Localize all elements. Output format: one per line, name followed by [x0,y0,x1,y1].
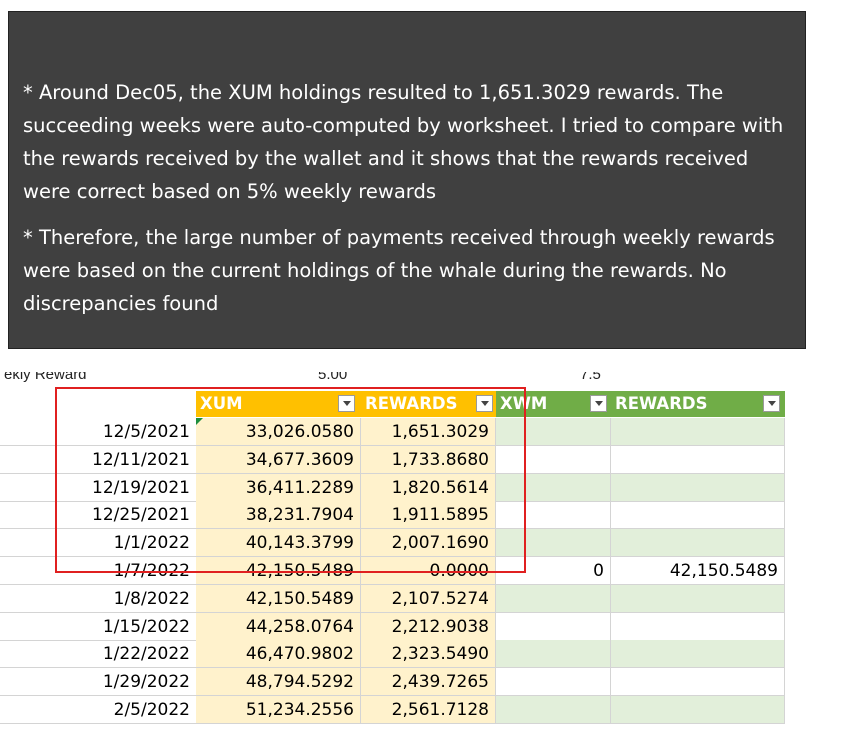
date-cell[interactable]: 1/15/2022 [0,613,196,641]
cut-row-value-2: 7.5 [580,372,601,383]
filter-dropdown-xum[interactable] [338,395,355,412]
rewards-cell[interactable]: 0.0000 [361,557,496,585]
date-cell[interactable]: 1/8/2022 [0,585,196,613]
xwm-cell[interactable] [496,640,611,669]
xum-cell[interactable]: 40,143.3799 [196,529,361,558]
xum-cell[interactable]: 44,258.0764 [196,612,361,641]
cut-row-label: ekly Reward [4,372,87,383]
table-row: 12/25/2021 38,231.7904 1,911.5895 [0,501,847,530]
xum-cell[interactable]: 36,411.2289 [196,473,361,502]
note-paragraph-1: * Around Dec05, the XUM holdings resulte… [23,81,784,203]
date-cell[interactable]: 12/19/2021 [0,474,196,502]
table-row: 1/29/2022 48,794.5292 2,439.7265 [0,668,847,697]
table-row: 1/7/2022 42,150.5489 0.0000 0 42,150.5489 [0,557,847,585]
rewards-cell[interactable]: 2,107.5274 [361,584,496,613]
xwm-cell[interactable] [496,696,611,724]
xwm-cell[interactable]: 0 [496,557,611,585]
header-rewards-2-label: REWARDS [615,394,708,413]
xwm-cell[interactable] [496,418,611,446]
xum-cell[interactable]: 42,150.5489 [196,584,361,613]
rewards2-cell[interactable]: 42,150.5489 [611,557,785,585]
xwm-cell[interactable] [496,473,611,502]
date-cell[interactable]: 1/1/2022 [0,529,196,558]
rewards-cell[interactable]: 2,007.1690 [361,529,496,558]
rewards2-cell[interactable] [611,584,785,613]
rewards2-cell[interactable] [611,668,785,697]
rewards-cell[interactable]: 2,323.5490 [361,640,496,669]
xwm-cell[interactable] [496,445,611,474]
cell-error-indicator [196,418,203,425]
rewards-cell[interactable]: 1,651.3029 [361,418,496,446]
header-rewards-label: REWARDS [365,394,458,413]
xum-cell[interactable]: 48,794.5292 [196,668,361,697]
rewards2-cell[interactable] [611,640,785,669]
cut-row-value-1: 5.00 [318,372,348,383]
xum-cell[interactable]: 46,470.9802 [196,640,361,669]
date-cell[interactable]: 2/5/2022 [0,696,196,724]
rewards2-cell[interactable] [611,501,785,530]
rewards-cell[interactable]: 1,911.5895 [361,501,496,530]
rewards2-cell[interactable] [611,612,785,641]
date-cell[interactable]: 12/11/2021 [0,446,196,474]
xum-cell[interactable]: 33,026.0580 [196,418,361,446]
rewards-cell[interactable]: 2,439.7265 [361,668,496,697]
header-xwm: XWM [496,391,611,417]
header-xum-label: XUM [200,394,243,413]
table-row: 12/11/2021 34,677.3609 1,733.8680 [0,445,847,474]
table-row: 12/19/2021 36,411.2289 1,820.5614 [0,473,847,502]
header-rewards: REWARDS [361,391,496,417]
filter-dropdown-rewards[interactable] [476,395,493,412]
header-xwm-label: XWM [500,394,548,413]
date-cell[interactable]: 12/25/2021 [0,501,196,530]
note-box: * Around Dec05, the XUM holdings resulte… [8,11,806,349]
rewards2-cell[interactable] [611,696,785,724]
xum-cell[interactable]: 42,150.5489 [196,557,361,585]
header-xum: XUM [196,391,361,417]
rewards2-cell[interactable] [611,473,785,502]
xum-cell[interactable]: 51,234.2556 [196,696,361,724]
xwm-cell[interactable] [496,529,611,558]
filter-dropdown-rewards-2[interactable] [763,395,780,412]
table-row: 1/1/2022 40,143.3799 2,007.1690 [0,529,847,558]
xwm-cell[interactable] [496,612,611,641]
rewards-cell[interactable]: 1,820.5614 [361,473,496,502]
header-rewards-2: REWARDS [611,391,785,417]
date-cell[interactable]: 1/29/2022 [0,668,196,697]
rewards2-cell[interactable] [611,529,785,558]
rewards-cell[interactable]: 1,733.8680 [361,445,496,474]
table-row: 12/5/2021 33,026.0580 1,651.3029 [0,418,847,446]
rewards2-cell[interactable] [611,418,785,446]
date-cell[interactable]: 12/5/2021 [0,418,196,446]
rewards-cell[interactable]: 2,561.7128 [361,696,496,724]
date-cell[interactable]: 1/22/2022 [0,640,196,669]
table-row: 1/8/2022 42,150.5489 2,107.5274 [0,584,847,613]
date-cell[interactable]: 1/7/2022 [0,557,196,585]
xum-cell[interactable]: 34,677.3609 [196,445,361,474]
xwm-cell[interactable] [496,501,611,530]
note-paragraph-2: * Therefore, the large number of payment… [23,226,775,315]
table-row: 1/15/2022 44,258.0764 2,212.9038 [0,612,847,641]
xwm-cell[interactable] [496,584,611,613]
xum-cell[interactable]: 38,231.7904 [196,501,361,530]
table-row: 2/5/2022 51,234.2556 2,561.7128 [0,696,847,724]
filter-dropdown-xwm[interactable] [590,395,607,412]
rewards-cell[interactable]: 2,212.9038 [361,612,496,641]
table-row: 1/22/2022 46,470.9802 2,323.5490 [0,640,847,669]
rewards2-cell[interactable] [611,445,785,474]
xwm-cell[interactable] [496,668,611,697]
